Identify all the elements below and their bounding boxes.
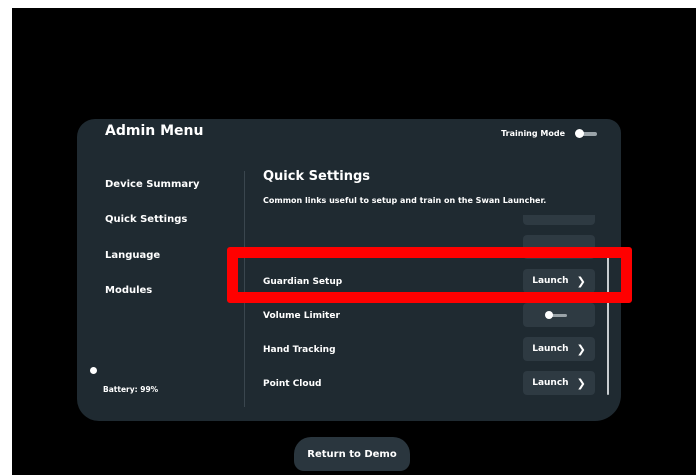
toggle-track: [551, 314, 567, 317]
chevron-right-icon: ❯: [576, 376, 586, 390]
point-cloud-label: Point Cloud: [263, 379, 322, 389]
list-item-point-cloud: Point Cloud Launch ❯: [263, 371, 603, 399]
toggle-knob: [575, 128, 584, 138]
toggle-knob: [545, 311, 553, 319]
training-mode-control: Training Mode: [501, 128, 597, 138]
panel-title: Admin Menu: [105, 123, 204, 139]
volume-limiter-toggle[interactable]: [523, 303, 595, 327]
section-title: Quick Settings: [263, 169, 371, 184]
sidebar-item-device-summary[interactable]: Device Summary: [105, 179, 200, 190]
list-item-volume-limiter: Volume Limiter: [263, 303, 603, 331]
sidebar-item-language[interactable]: Language: [105, 250, 160, 261]
launch-label: Launch: [532, 378, 569, 388]
point-cloud-launch-button[interactable]: Launch ❯: [523, 371, 595, 395]
list-item-partial: [263, 215, 603, 229]
sidebar-item-modules[interactable]: Modules: [105, 285, 152, 296]
partial-row-control: [523, 215, 595, 225]
return-to-demo-button[interactable]: Return to Demo: [294, 437, 410, 471]
list-item-hand-tracking: Hand Tracking Launch ❯: [263, 337, 603, 365]
training-mode-label: Training Mode: [501, 129, 565, 138]
highlight-annotation: [227, 247, 632, 303]
hand-tracking-launch-button[interactable]: Launch ❯: [523, 337, 595, 361]
battery-indicator-icon: [90, 367, 97, 374]
training-mode-toggle[interactable]: [575, 128, 597, 138]
hand-tracking-label: Hand Tracking: [263, 345, 336, 355]
volume-limiter-label: Volume Limiter: [263, 311, 340, 321]
launch-label: Launch: [532, 344, 569, 354]
battery-status: Battery: 99%: [103, 385, 159, 394]
sidebar-item-quick-settings[interactable]: Quick Settings: [105, 214, 187, 225]
settings-list[interactable]: Guardian Setup Launch ❯ Volume Limiter H…: [263, 215, 603, 403]
chevron-right-icon: ❯: [576, 342, 586, 356]
section-description: Common links useful to setup and train o…: [263, 196, 547, 205]
